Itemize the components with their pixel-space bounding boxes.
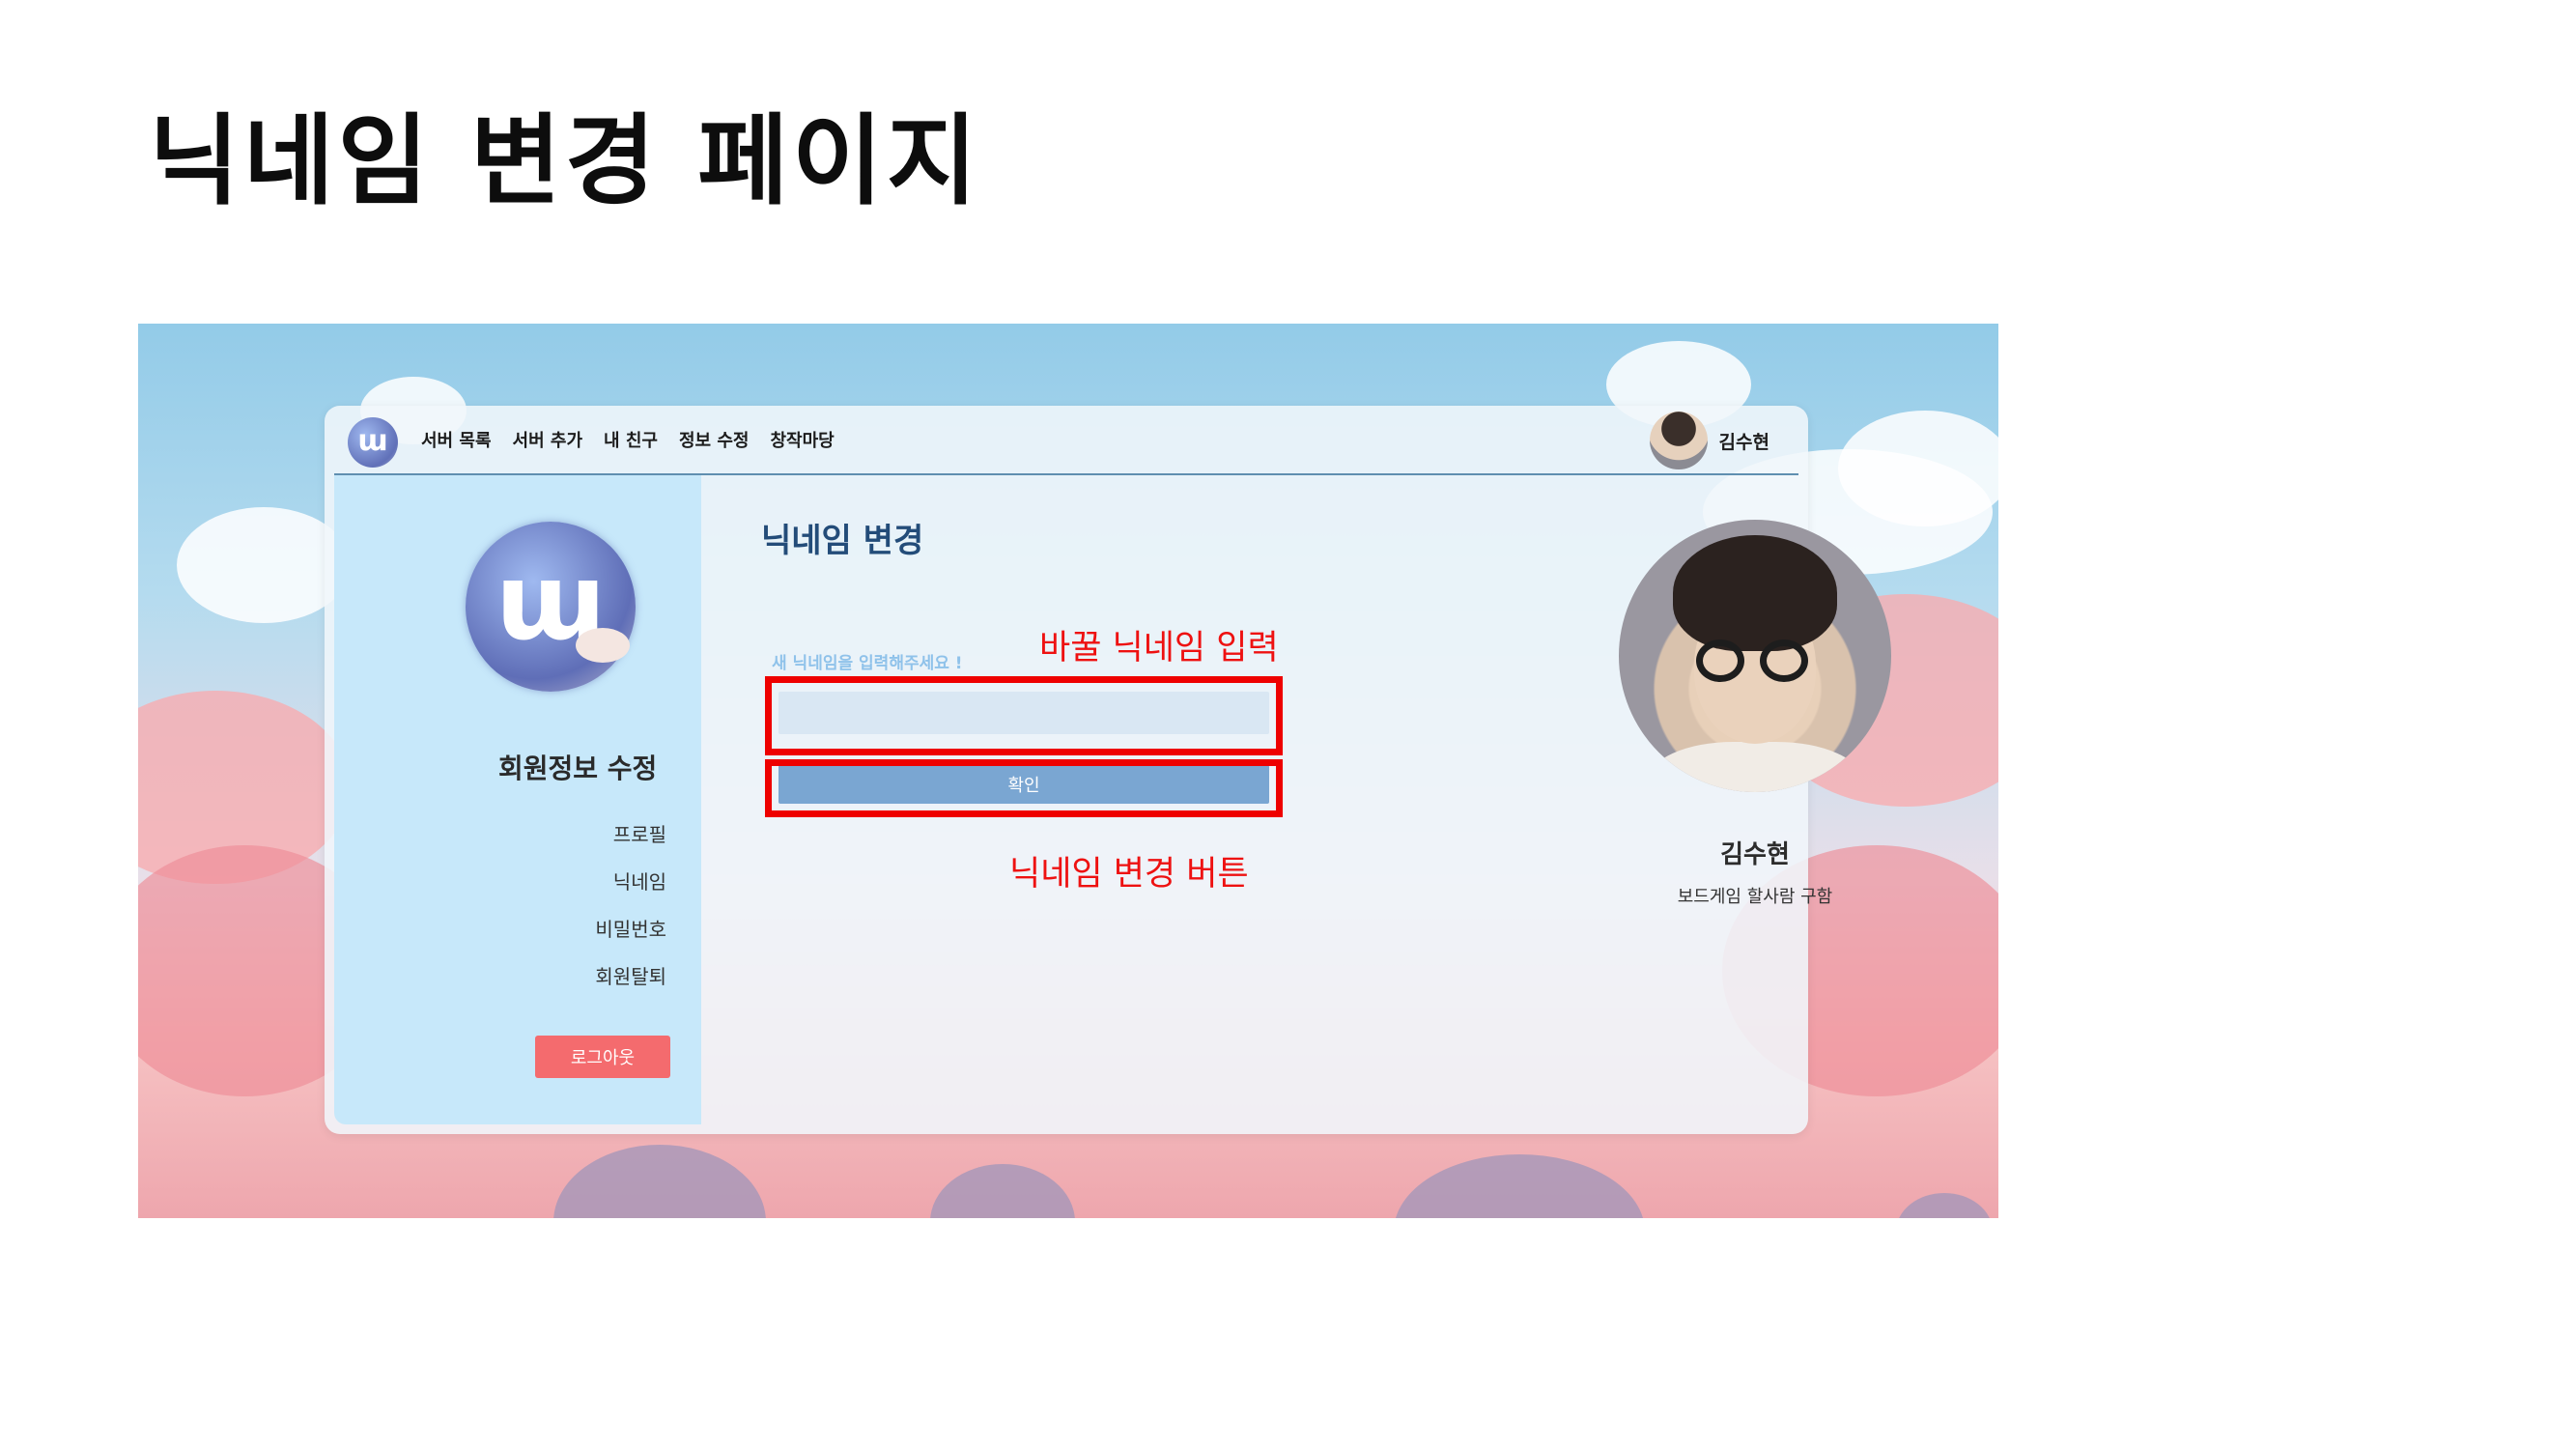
background-cloud [1838, 411, 1998, 526]
nav-link-add-server[interactable]: 서버 추가 [513, 427, 583, 452]
nav-username: 김수현 [1718, 431, 1769, 453]
background-cloud [1896, 1193, 1993, 1218]
photo-glasses-left [1696, 639, 1744, 682]
page-heading: 닉네임 변경 [761, 522, 924, 560]
sidebar-item-withdraw[interactable]: 회원탈퇴 [595, 961, 666, 1009]
nav-link-workshop[interactable]: 창작마당 [771, 427, 835, 452]
nickname-input-label: 새 닉네임을 입력해주세요 ! [772, 654, 963, 673]
photo-hair [1673, 535, 1837, 651]
background-cloud [930, 1164, 1075, 1218]
avatar [1649, 412, 1708, 469]
profile-name: 김수현 [1720, 840, 1790, 869]
app-window: ɯ 서버 목록 서버 추가 내 친구 정보 수정 창작마당 김수현 ɯ 회원정보… [325, 406, 1891, 1134]
button-annotation: 닉네임 변경 버튼 [1009, 855, 1249, 894]
input-annotation: 바꿀 닉네임 입력 [1039, 629, 1279, 668]
navbar: ɯ 서버 목록 서버 추가 내 친구 정보 수정 창작마당 김수현 [334, 406, 1798, 475]
nav-link-server-list[interactable]: 서버 목록 [421, 427, 492, 452]
button-highlight-box [765, 759, 1283, 817]
photo-glasses-right [1760, 639, 1808, 682]
photo-shirt [1648, 742, 1862, 792]
nav-links: 서버 목록 서버 추가 내 친구 정보 수정 창작마당 [421, 427, 835, 452]
slide-title: 닉네임 변경 페이지 [149, 104, 981, 219]
sidebar: ɯ 회원정보 수정 프로필 닉네임 비밀번호 회원탈퇴 로그아웃 [334, 475, 701, 1124]
input-highlight-box [765, 676, 1283, 755]
logout-button[interactable]: 로그아웃 [535, 1036, 670, 1078]
sidebar-item-profile[interactable]: 프로필 [595, 819, 666, 867]
app-screenshot: ɯ 서버 목록 서버 추가 내 친구 정보 수정 창작마당 김수현 ɯ 회원정보… [138, 324, 1998, 1218]
sidebar-logo-icon: ɯ [466, 522, 636, 692]
sidebar-item-password[interactable]: 비밀번호 [595, 914, 666, 961]
sidebar-title: 회원정보 수정 [498, 753, 658, 784]
profile-status: 보드게임 할사람 구함 [1677, 887, 1833, 907]
nav-link-edit-info[interactable]: 정보 수정 [679, 427, 750, 452]
logo-icon[interactable]: ɯ [348, 417, 398, 468]
nav-link-my-friends[interactable]: 내 친구 [604, 427, 658, 452]
background-cloud [1394, 1154, 1645, 1218]
sidebar-menu: 프로필 닉네임 비밀번호 회원탈퇴 [595, 819, 666, 1009]
background-cloud [553, 1145, 766, 1218]
nav-user-menu[interactable]: 김수현 [1649, 412, 1769, 469]
sidebar-item-nickname[interactable]: 닉네임 [595, 867, 666, 914]
profile-photo [1619, 520, 1891, 792]
logo-cloud-decoration [576, 628, 630, 663]
